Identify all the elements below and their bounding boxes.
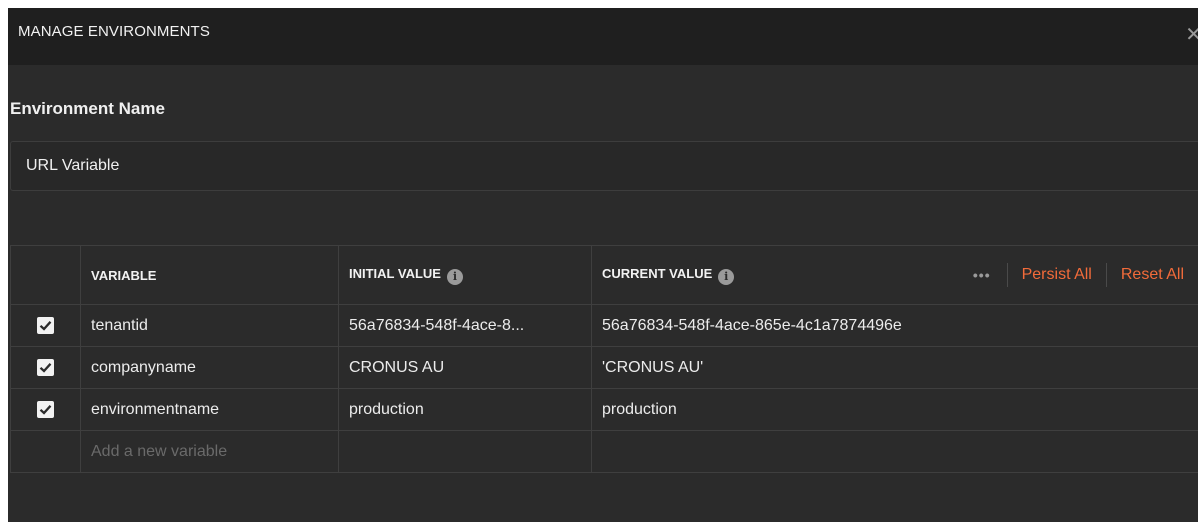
more-options-button[interactable]: •••: [973, 263, 1008, 287]
info-icon[interactable]: i: [446, 268, 463, 285]
table-row: environmentname production production: [10, 388, 1198, 431]
initial-value-label: INITIAL VALUE: [349, 265, 441, 281]
new-current-value-cell[interactable]: [591, 430, 1198, 473]
initial-value-cell[interactable]: production: [338, 388, 592, 431]
info-icon[interactable]: i: [718, 268, 735, 285]
modal-title: MANAGE ENVIRONMENTS: [18, 23, 210, 40]
current-value-cell[interactable]: 56a76834-548f-4ace-865e-4c1a7874496e: [591, 304, 1198, 347]
add-variable-input[interactable]: Add a new variable: [80, 430, 339, 473]
new-variable-row: Add a new variable: [10, 430, 1198, 473]
variable-cell[interactable]: tenantid: [80, 304, 339, 347]
current-value-header: CURRENT VALUE i ••• Persist All Reset All: [591, 245, 1198, 305]
persist-all-button[interactable]: Persist All: [1008, 263, 1106, 287]
new-initial-value-cell[interactable]: [338, 430, 592, 473]
table-header-row: VARIABLE INITIAL VALUE i CURRENT VALUE i •…: [10, 245, 1198, 305]
reset-all-button[interactable]: Reset All: [1107, 263, 1188, 287]
row-checkbox-cell: [10, 304, 81, 347]
initial-value-cell[interactable]: CRONUS AU: [338, 346, 592, 389]
close-icon[interactable]: ✕: [1185, 22, 1198, 47]
modal-header: MANAGE ENVIRONMENTS ✕: [8, 8, 1198, 65]
check-icon[interactable]: [37, 400, 54, 418]
table-row: tenantid 56a76834-548f-4ace-8... 56a7683…: [10, 304, 1198, 347]
initial-value-cell[interactable]: 56a76834-548f-4ace-8...: [338, 304, 592, 347]
variable-header: VARIABLE: [80, 245, 339, 305]
checkbox-header: [10, 245, 81, 305]
current-value-cell[interactable]: production: [591, 388, 1198, 431]
initial-value-header: INITIAL VALUE i: [338, 245, 592, 305]
row-checkbox-cell: [10, 346, 81, 389]
environment-name-label: Environment Name: [10, 99, 165, 118]
current-value-label-wrap: CURRENT VALUE i: [602, 265, 735, 285]
check-icon[interactable]: [37, 316, 54, 334]
variable-cell[interactable]: environmentname: [80, 388, 339, 431]
variables-table: VARIABLE INITIAL VALUE i CURRENT VALUE i •…: [10, 245, 1198, 473]
table-row: companyname CRONUS AU 'CRONUS AU': [10, 346, 1198, 389]
table-actions: ••• Persist All Reset All: [973, 263, 1188, 287]
variable-cell[interactable]: companyname: [80, 346, 339, 389]
current-value-cell[interactable]: 'CRONUS AU': [591, 346, 1198, 389]
current-value-label: CURRENT VALUE: [602, 265, 713, 281]
environment-name-input[interactable]: [10, 141, 1198, 191]
row-checkbox-cell: [10, 388, 81, 431]
check-icon[interactable]: [37, 358, 54, 376]
new-row-checkbox-cell: [10, 430, 81, 473]
